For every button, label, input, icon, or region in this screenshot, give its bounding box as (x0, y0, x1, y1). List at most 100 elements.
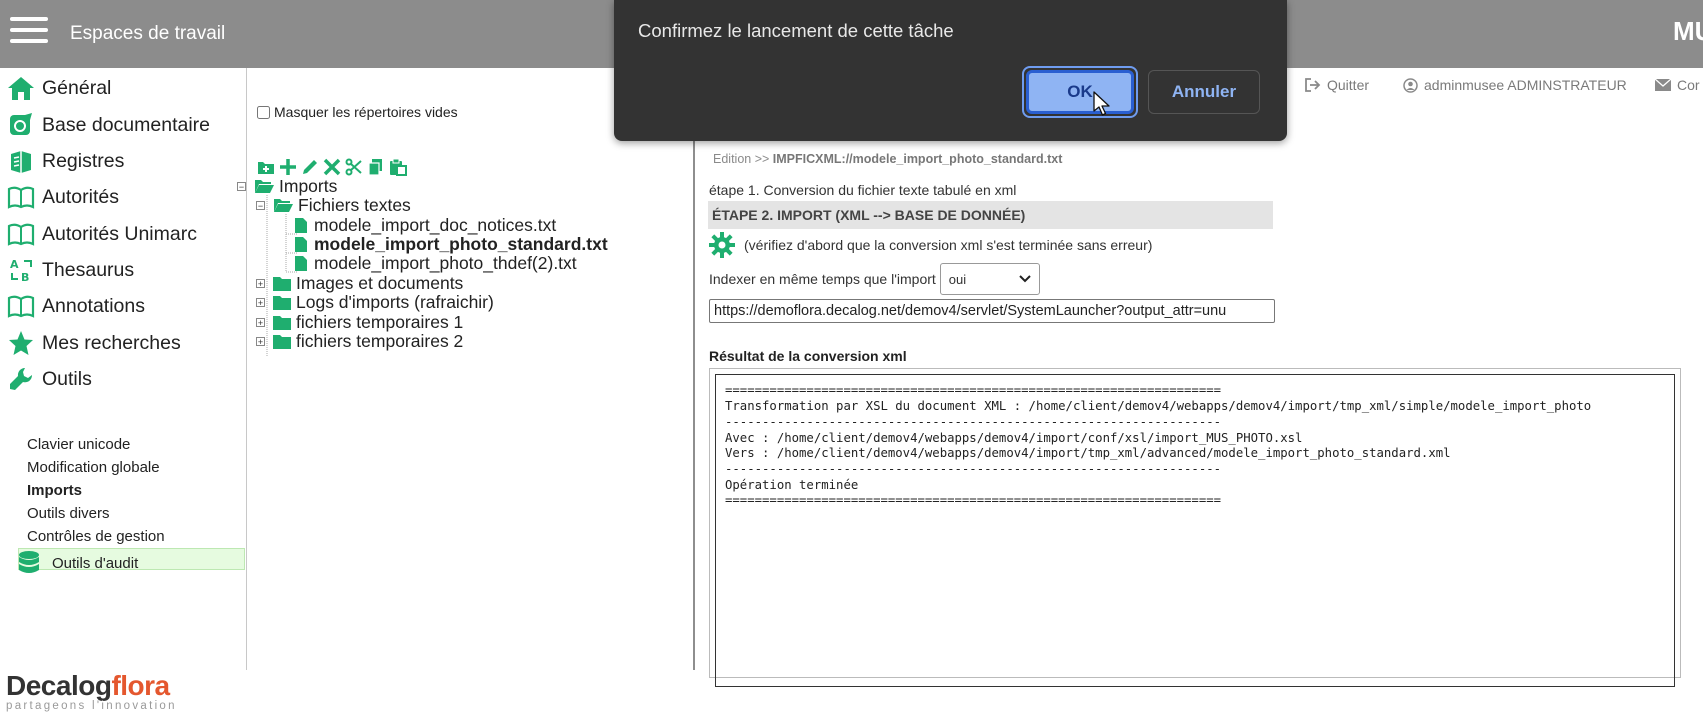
mouse-pointer-icon (1093, 91, 1110, 116)
result-line: Opération terminée (725, 478, 859, 492)
tree-node-folder[interactable]: + Images et documents (256, 273, 463, 293)
sidebar-item-annotations[interactable]: Annotations (6, 288, 145, 324)
result-line: ========================================… (725, 493, 1222, 507)
sidebar-item-label: Thesaurus (42, 258, 135, 281)
sidebar-item-mes-recherches[interactable]: Mes recherches (6, 325, 181, 361)
result-textarea[interactable]: ========================================… (715, 374, 1675, 687)
books-icon (6, 147, 36, 175)
chevron-down-icon (1019, 275, 1031, 283)
tree-node-root[interactable]: − Imports (237, 176, 337, 196)
cancel-button[interactable]: Annuler (1148, 70, 1260, 114)
tree-node-label: fichiers temporaires 2 (296, 330, 464, 351)
confirm-dialog: Confirmez le lancement de cette tâche OK… (614, 0, 1287, 141)
sub-item-controles-gestion[interactable]: Contrôles de gestion (27, 528, 165, 545)
tree-node-folder[interactable]: + fichiers temporaires 1 (256, 312, 463, 332)
breadcrumb: Edition >> IMPFICXML://modele_import_pho… (713, 152, 1062, 166)
file-icon (295, 236, 307, 252)
tree-node-label: Logs d'imports (rafraichir) (296, 291, 494, 312)
sidebar-item-autorites[interactable]: Autorités (6, 179, 119, 215)
tree-node-label: Images et documents (296, 272, 464, 293)
verify-text: (vérifiez d'abord que la conversion xml … (744, 237, 1153, 253)
sidebar-item-label: Annotations (42, 294, 145, 317)
header-brand: MUS (1673, 16, 1703, 46)
result-line: ----------------------------------------… (725, 415, 1222, 429)
sub-item-outils-divers[interactable]: Outils divers (27, 505, 110, 522)
index-label: Indexer en même temps que l'import (709, 271, 936, 287)
tree-node-label: fichiers temporaires 1 (296, 311, 464, 332)
result-line: Vers : /home/client/demov4/webapps/demov… (725, 446, 1451, 460)
user-link[interactable]: adminmusee ADMINSTRATEUR (1403, 77, 1627, 93)
sub-item-modification-globale[interactable]: Modification globale (27, 459, 160, 476)
folder-icon (273, 334, 291, 349)
tree-node-folder[interactable]: + fichiers temporaires 2 (256, 331, 463, 351)
result-line: Avec : /home/client/demov4/webapps/demov… (725, 431, 1303, 445)
quit-link[interactable]: Quitter (1305, 77, 1369, 93)
collapse-toggle-icon[interactable]: − (256, 200, 265, 210)
expand-toggle-icon[interactable]: + (256, 297, 265, 307)
result-title: Résultat de la conversion xml (709, 348, 907, 364)
url-field[interactable]: https://demoflora.decalog.net/demov4/ser… (709, 299, 1275, 323)
folder-icon (273, 315, 291, 330)
tree-file-label: modele_import_photo_standard.txt (314, 233, 608, 254)
confirm-message: Confirmez le lancement de cette tâche (638, 20, 954, 41)
expand-toggle-icon[interactable]: + (256, 278, 265, 288)
user-circle-icon (1403, 77, 1418, 93)
verify-row: (vérifiez d'abord que la conversion xml … (709, 232, 1152, 258)
document-base-icon (6, 111, 36, 139)
tree-node-folder[interactable]: + Logs d'imports (rafraichir) (256, 292, 494, 312)
expand-toggle-icon[interactable]: + (256, 336, 265, 346)
step1-link[interactable]: étape 1. Conversion du fichier texte tab… (709, 182, 1016, 198)
menu-hamburger-icon[interactable] (10, 17, 48, 47)
expand-toggle-icon[interactable]: + (256, 317, 265, 327)
contact-link[interactable]: Cor (1655, 77, 1700, 93)
tree-node-fichiers-textes[interactable]: − Fichiers textes (256, 195, 411, 215)
tree-file[interactable]: modele_import_photo_thdef(2).txt (295, 253, 577, 273)
collapse-toggle-icon[interactable]: − (237, 181, 246, 191)
result-line: Transformation par XSL du document XML :… (725, 399, 1592, 413)
paste-icon[interactable] (389, 158, 407, 176)
folder-icon (273, 276, 291, 291)
gear-icon[interactable] (709, 232, 735, 258)
main-content: Quitter adminmusee ADMINSTRATEUR Cor Edi… (695, 68, 1703, 687)
header-title: Espaces de travail (70, 23, 226, 44)
sidebar-item-general[interactable]: Général (6, 70, 111, 106)
sidebar-item-outils[interactable]: Outils (6, 361, 92, 397)
logo-text-a: Decalog (6, 670, 112, 701)
breadcrumb-path: IMPFICXML://modele_import_photo_standard… (772, 152, 1063, 166)
sub-item-outils-audit[interactable]: Outils d'audit (18, 550, 138, 576)
decalog-flora-logo: Decalogflora partageons l'innovation (6, 670, 177, 712)
thesaurus-icon: AB (6, 256, 36, 284)
folder-icon (273, 295, 291, 310)
database-icon (19, 551, 39, 573)
envelope-icon (1655, 79, 1671, 91)
tree-file-selected[interactable]: modele_import_photo_standard.txt (295, 234, 608, 254)
result-line: ----------------------------------------… (725, 462, 1222, 476)
index-select[interactable]: oui (939, 263, 1040, 295)
sub-item-clavier-unicode[interactable]: Clavier unicode (27, 436, 130, 453)
open-book-icon (6, 292, 36, 320)
star-icon (6, 329, 36, 357)
sidebar-item-thesaurus[interactable]: AB Thesaurus (6, 252, 134, 288)
copy-icon[interactable] (367, 158, 385, 176)
svg-text:B: B (21, 271, 29, 283)
logo-tagline: partageons l'innovation (6, 700, 177, 712)
result-frame: ========================================… (709, 368, 1681, 687)
sidebar-item-label: Autorités Unimarc (42, 222, 197, 245)
folder-open-icon (255, 180, 274, 193)
sub-item-imports[interactable]: Imports (27, 482, 82, 499)
contact-label: Cor (1677, 77, 1700, 93)
file-icon (295, 255, 307, 271)
file-icon (295, 217, 307, 233)
ok-button[interactable]: OK (1026, 70, 1134, 114)
tree-file[interactable]: modele_import_doc_notices.txt (295, 215, 556, 235)
sidebar-item-label: Autorités (42, 185, 119, 208)
cut-scissors-icon[interactable] (345, 158, 363, 176)
sidebar-item-registres[interactable]: Registres (6, 143, 124, 179)
logo-text-b: flora (111, 670, 170, 701)
result-line: ========================================… (725, 383, 1222, 397)
sidebar-item-base-documentaire[interactable]: Base documentaire (6, 107, 210, 143)
sidebar-item-autorites-unimarc[interactable]: Autorités Unimarc (6, 216, 197, 252)
quit-label: Quitter (1327, 77, 1370, 93)
index-select-value: oui (948, 271, 967, 287)
tree-file-label: modele_import_doc_notices.txt (314, 214, 557, 235)
